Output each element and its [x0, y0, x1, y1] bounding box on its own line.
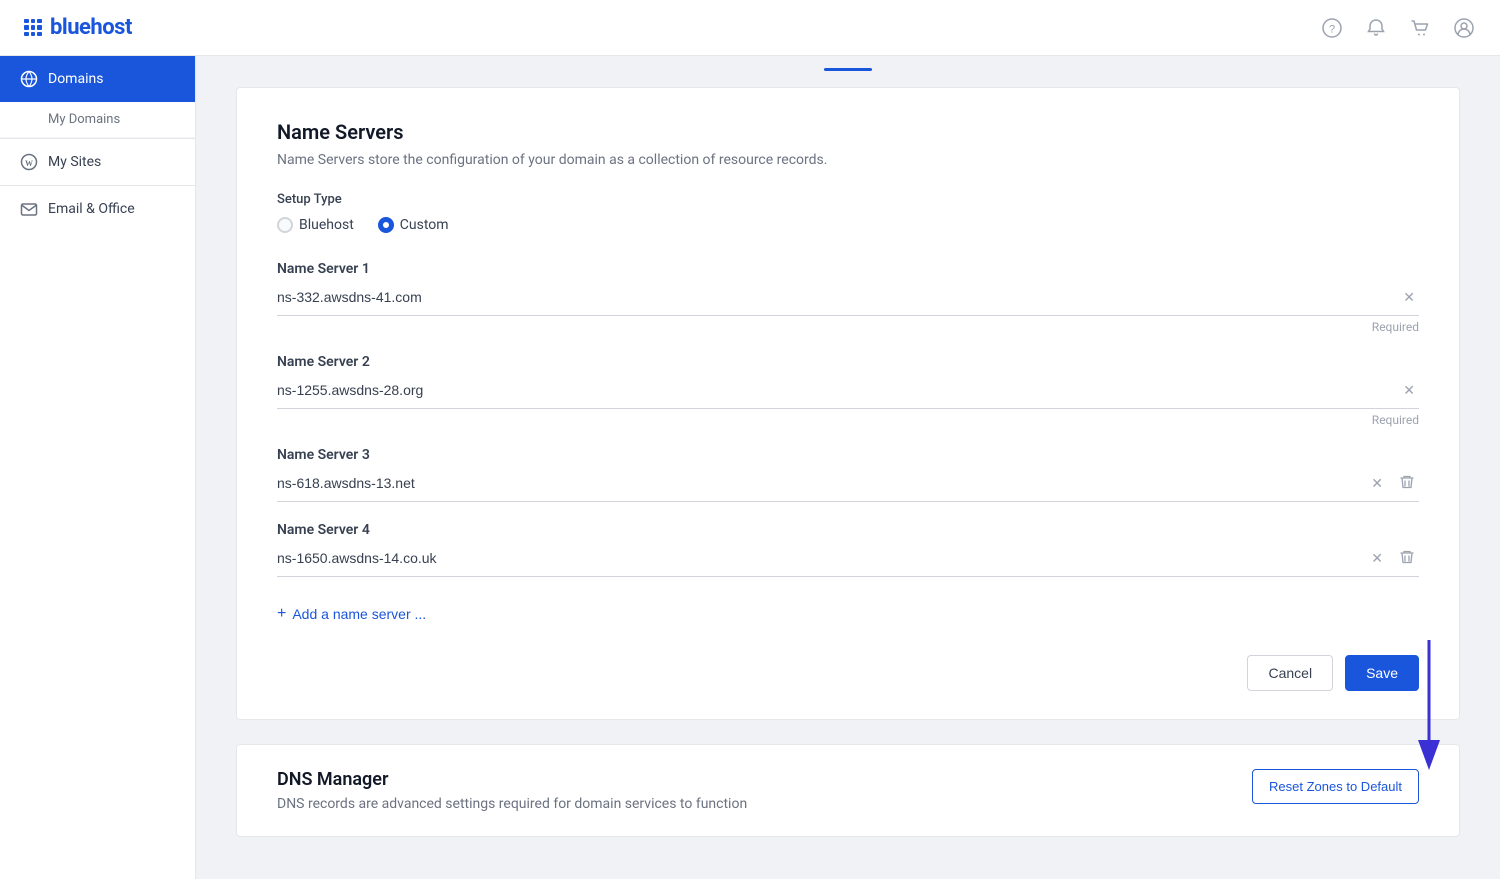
svg-text:?: ?	[1329, 23, 1335, 35]
ns1-label: Name Server 1	[277, 261, 1419, 277]
sidebar-email-label: Email & Office	[48, 201, 135, 217]
sidebar-item-email-office[interactable]: Email & Office	[0, 186, 195, 232]
domains-icon	[20, 70, 38, 88]
radio-custom-circle	[378, 217, 394, 233]
bell-icon[interactable]	[1364, 16, 1388, 40]
ns1-input-row: ✕	[277, 285, 1419, 316]
radio-custom-label: Custom	[400, 217, 449, 233]
sidebar-my-sites-label: My Sites	[48, 154, 101, 170]
radio-custom[interactable]: Custom	[378, 217, 449, 233]
add-ns-label: Add a name server ...	[292, 606, 426, 622]
ns3-input-row: ✕	[277, 471, 1419, 502]
sidebar: Domains My Domains W My Sites	[0, 56, 196, 879]
ns-section-1: Name Server 1 ✕ Required	[277, 261, 1419, 334]
indicator-line	[824, 68, 872, 71]
ns3-clear-button[interactable]: ✕	[1367, 474, 1387, 492]
ns2-input[interactable]	[277, 378, 1391, 402]
sidebar-item-domains[interactable]: Domains	[0, 56, 195, 102]
logo: bluehost	[24, 15, 132, 40]
ns1-required-text: Required	[277, 320, 1419, 334]
cart-icon[interactable]	[1408, 16, 1432, 40]
ns2-clear-button[interactable]: ✕	[1399, 381, 1419, 399]
radio-bluehost-label: Bluehost	[299, 217, 354, 233]
ns4-input-row: ✕	[277, 546, 1419, 577]
ns3-delete-button[interactable]	[1395, 472, 1419, 495]
help-icon[interactable]: ?	[1320, 16, 1344, 40]
content-area: Name Servers Name Servers store the conf…	[196, 56, 1500, 879]
top-indicator	[236, 56, 1460, 71]
dns-card-content: DNS Manager DNS records are advanced set…	[277, 769, 1228, 812]
ns-section-3: Name Server 3 ✕	[277, 447, 1419, 502]
radio-bluehost-circle	[277, 217, 293, 233]
header-icons: ?	[1320, 16, 1476, 40]
dns-manager-desc: DNS records are advanced settings requir…	[277, 796, 1228, 812]
add-ns-button[interactable]: + Add a name server ...	[277, 597, 426, 631]
sidebar-item-my-domains[interactable]: My Domains	[0, 102, 195, 138]
wordpress-icon: W	[20, 153, 38, 171]
card-desc: Name Servers store the configuration of …	[277, 152, 1419, 168]
logo-text: bluehost	[50, 15, 132, 40]
ns2-input-row: ✕	[277, 378, 1419, 409]
svg-text:W: W	[25, 159, 33, 168]
ns-section-4: Name Server 4 ✕	[277, 522, 1419, 577]
add-ns-plus-icon: +	[277, 605, 286, 623]
ns1-clear-button[interactable]: ✕	[1399, 288, 1419, 306]
ns3-input[interactable]	[277, 471, 1359, 495]
action-row: Cancel Save	[277, 655, 1419, 691]
ns4-input[interactable]	[277, 546, 1359, 570]
name-servers-card: Name Servers Name Servers store the conf…	[236, 87, 1460, 720]
radio-bluehost[interactable]: Bluehost	[277, 217, 354, 233]
cancel-button[interactable]: Cancel	[1247, 655, 1333, 691]
ns4-delete-button[interactable]	[1395, 547, 1419, 570]
dns-manager-card: DNS Manager DNS records are advanced set…	[236, 744, 1460, 837]
logo-grid-icon	[24, 19, 42, 37]
sidebar-item-my-sites[interactable]: W My Sites	[0, 139, 195, 185]
save-button[interactable]: Save	[1345, 655, 1419, 691]
ns-section-2: Name Server 2 ✕ Required	[277, 354, 1419, 427]
sidebar-domains-label: Domains	[48, 71, 103, 87]
card-title: Name Servers	[277, 120, 1419, 144]
user-icon[interactable]	[1452, 16, 1476, 40]
header: bluehost ?	[0, 0, 1500, 56]
my-domains-label: My Domains	[48, 112, 120, 127]
ns1-input[interactable]	[277, 285, 1391, 309]
dns-manager-title: DNS Manager	[277, 769, 1228, 790]
envelope-icon	[20, 200, 38, 218]
ns4-label: Name Server 4	[277, 522, 1419, 538]
reset-zones-button[interactable]: Reset Zones to Default	[1252, 769, 1419, 804]
ns2-label: Name Server 2	[277, 354, 1419, 370]
ns4-clear-button[interactable]: ✕	[1367, 549, 1387, 567]
setup-type-radios: Bluehost Custom	[277, 217, 1419, 233]
setup-type-label: Setup Type	[277, 192, 1419, 207]
main-layout: Domains My Domains W My Sites	[0, 56, 1500, 879]
ns2-required-text: Required	[277, 413, 1419, 427]
ns3-label: Name Server 3	[277, 447, 1419, 463]
